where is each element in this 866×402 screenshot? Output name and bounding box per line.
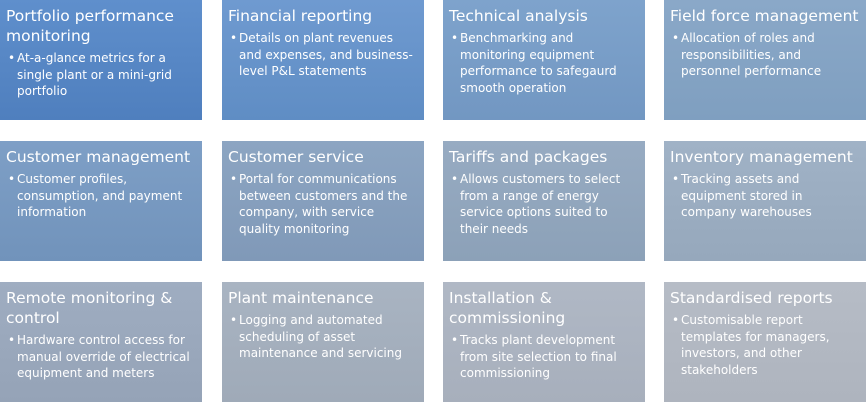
tile-customer-service: Customer service • Portal for communicat…: [222, 141, 424, 261]
tile-bullet: • Tracks plant development from site sel…: [449, 332, 638, 382]
tile-title: Installation & commissioning: [449, 289, 566, 327]
bullet-icon: •: [451, 333, 459, 347]
tile-customer-management: Customer management • Customer profiles,…: [0, 141, 202, 261]
bullet-icon: •: [8, 172, 16, 186]
tile-bullet: • Logging and automated scheduling of as…: [228, 312, 417, 362]
tile-bullet: • At-a-glance metrics for a single plant…: [6, 50, 195, 100]
tile-title: Customer management: [6, 148, 191, 166]
tile-bullet: • Benchmarking and monitoring equipment …: [449, 30, 638, 96]
tile-description: Allocation of roles and responsibilities…: [681, 31, 822, 78]
tile-tariffs-and-packages: Tariffs and packages • Allows customers …: [443, 141, 645, 261]
tile-title: Plant maintenance: [228, 289, 374, 307]
tile-title: Financial reporting: [228, 7, 373, 25]
tile-description: Tracks plant development from site selec…: [460, 333, 617, 380]
tile-title: Standardised reports: [670, 289, 833, 307]
tile-title: Technical analysis: [449, 7, 588, 25]
tile-title: Remote monitoring & control: [6, 289, 173, 327]
tile-title: Inventory management: [670, 148, 853, 166]
tile-bullet: • Customisable report templates for mana…: [670, 312, 859, 378]
tile-bullet: • Customer profiles, consumption, and pa…: [6, 171, 195, 221]
feature-grid: Portfolio performance monitoring • At-a-…: [0, 0, 866, 402]
tile-title: Portfolio performance monitoring: [6, 7, 174, 45]
tile-description: Benchmarking and monitoring equipment pe…: [460, 31, 617, 95]
tile-title: Tariffs and packages: [449, 148, 608, 166]
bullet-icon: •: [451, 172, 459, 186]
tile-description: At-a-glance metrics for a single plant o…: [17, 51, 172, 98]
bullet-icon: •: [672, 172, 680, 186]
bullet-icon: •: [672, 31, 680, 45]
tile-bullet: • Details on plant revenues and expenses…: [228, 30, 417, 80]
tile-bullet: • Hardware control access for manual ove…: [6, 332, 195, 382]
tile-installation-and-commissioning: Installation & commissioning • Tracks pl…: [443, 282, 645, 402]
tile-description: Logging and automated scheduling of asse…: [239, 313, 402, 360]
bullet-icon: •: [672, 313, 680, 327]
bullet-icon: •: [8, 333, 16, 347]
bullet-icon: •: [230, 313, 238, 327]
tile-technical-analysis: Technical analysis • Benchmarking and mo…: [443, 0, 645, 120]
tile-bullet: • Allows customers to select from a rang…: [449, 171, 638, 237]
tile-description: Customer profiles, consumption, and paym…: [17, 172, 183, 219]
tile-description: Tracking assets and equipment stored in …: [681, 172, 812, 219]
tile-remote-monitoring-and-control: Remote monitoring & control • Hardware c…: [0, 282, 202, 402]
tile-description: Hardware control access for manual overr…: [17, 333, 190, 380]
tile-portfolio-performance-monitoring: Portfolio performance monitoring • At-a-…: [0, 0, 202, 120]
tile-description: Allows customers to select from a range …: [460, 172, 621, 236]
tile-description: Customisable report templates for manage…: [681, 313, 830, 377]
tile-inventory-management: Inventory management • Tracking assets a…: [664, 141, 866, 261]
bullet-icon: •: [230, 31, 238, 45]
tile-title: Customer service: [228, 148, 364, 166]
tile-standardised-reports: Standardised reports • Customisable repo…: [664, 282, 866, 402]
bullet-icon: •: [230, 172, 238, 186]
tile-financial-reporting: Financial reporting • Details on plant r…: [222, 0, 424, 120]
tile-field-force-management: Field force management • Allocation of r…: [664, 0, 866, 120]
tile-description: Details on plant revenues and expenses, …: [239, 31, 413, 78]
bullet-icon: •: [8, 51, 16, 65]
tile-bullet: • Allocation of roles and responsibiliti…: [670, 30, 859, 80]
tile-bullet: • Tracking assets and equipment stored i…: [670, 171, 859, 221]
tile-title: Field force management: [670, 7, 859, 25]
bullet-icon: •: [451, 31, 459, 45]
tile-plant-maintenance: Plant maintenance • Logging and automate…: [222, 282, 424, 402]
tile-description: Portal for communications between custom…: [239, 172, 408, 236]
tile-bullet: • Portal for communications between cust…: [228, 171, 417, 237]
